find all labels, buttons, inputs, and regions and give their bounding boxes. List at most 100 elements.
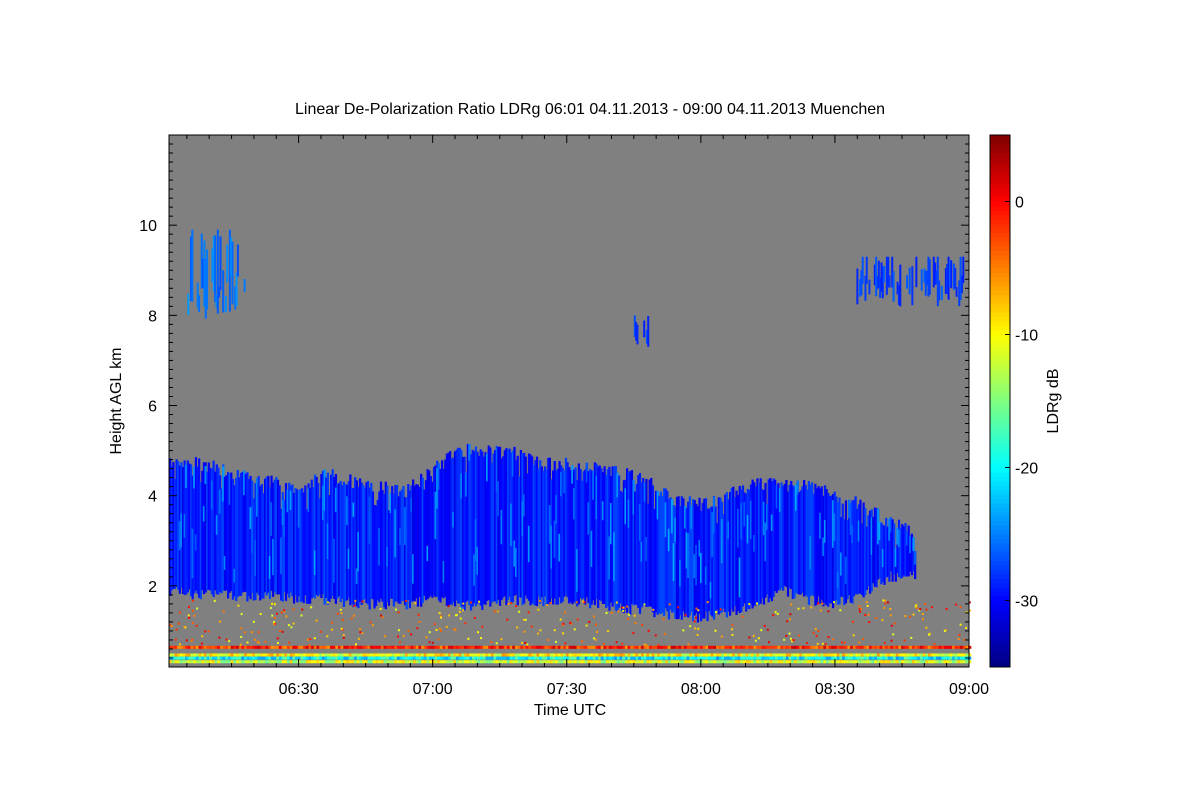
colorbar-cell [990,254,1010,260]
noise-point [418,620,421,623]
noise-point [496,610,499,613]
noise-point [695,616,698,619]
noise-point [806,642,809,645]
noise-point [694,627,697,630]
noise-point [731,624,734,627]
noise-point [916,607,919,610]
noise-point [273,620,276,623]
noise-point [875,617,878,620]
noise-point [588,620,591,623]
noise-point [537,608,540,611]
colorbar-cell [990,485,1010,491]
noise-point [398,641,401,644]
noise-point [191,599,194,602]
noise-point [910,636,913,639]
cirrus-column [636,324,639,345]
cirrus-column [219,236,222,291]
noise-point [959,606,962,609]
cirrus-column [962,256,965,284]
noise-point [921,613,924,616]
noise-point [585,624,588,627]
noise-point [252,620,255,623]
noise-point [507,603,510,606]
noise-point [682,629,685,632]
colorbar-cell [990,387,1010,393]
cirrus-column [899,264,902,307]
colorbar-cell [990,476,1010,482]
noise-point [381,616,384,619]
cirrus-column [216,229,219,314]
colorbar-cell [990,640,1010,646]
colorbar-cell [990,352,1010,358]
noise-point [792,639,795,642]
colorbar-cell [990,635,1010,641]
noise-point [833,601,836,604]
noise-point [276,637,279,640]
noise-point [402,635,405,638]
noise-point [621,642,624,645]
noise-point [890,624,893,627]
noise-point [714,629,717,632]
noise-point [824,643,827,646]
cirrus-column [214,235,217,303]
noise-point [602,642,605,645]
noise-point [477,631,480,634]
noise-point [720,635,723,638]
noise-point [257,631,260,634]
noise-point [292,622,295,625]
noise-point [240,635,243,638]
colorbar-cell [990,148,1010,154]
noise-point [515,605,518,608]
noise-point [766,628,769,631]
noise-point [693,620,696,623]
noise-point [865,601,868,604]
noise-point [959,623,962,626]
noise-point [840,641,843,644]
noise-point [342,634,345,637]
noise-point [222,610,225,613]
noise-point [719,608,722,611]
noise-point [583,601,586,604]
noise-point [354,643,357,646]
colorbar-cell [990,427,1010,433]
noise-point [731,633,734,636]
noise-point [810,606,813,609]
colorbar-cell [990,334,1010,340]
noise-point [433,623,436,626]
noise-point [246,641,249,644]
cirrus-column [222,270,225,313]
noise-point [594,638,597,641]
noise-point [350,617,353,620]
noise-point [274,622,277,625]
noise-point [178,611,181,614]
colorbar-cell [990,316,1010,322]
cirrus-column [892,271,895,302]
noise-point [706,601,709,604]
noise-point [342,636,345,639]
noise-point [175,628,178,631]
x-tick-label: 08:30 [815,681,855,698]
noise-point [379,608,382,611]
colorbar-cell [990,480,1010,486]
colorbar-cell [990,290,1010,296]
noise-point [663,632,666,635]
cirrus-column [856,268,859,305]
colorbar-cell [990,143,1010,149]
noise-point [757,637,760,640]
noise-point [410,633,413,636]
noise-point [881,619,884,622]
noise-point [957,637,960,640]
noise-point [815,634,818,637]
noise-point [817,602,820,605]
noise-point [741,615,744,618]
noise-point [461,609,464,612]
noise-point [647,629,650,632]
noise-point [924,603,927,606]
noise-point [684,613,687,616]
cirrus-column [226,244,229,283]
noise-point [213,599,216,602]
noise-point [569,621,572,624]
cirrus-column [224,296,227,313]
noise-point [428,641,431,644]
colorbar-cell [990,139,1010,145]
